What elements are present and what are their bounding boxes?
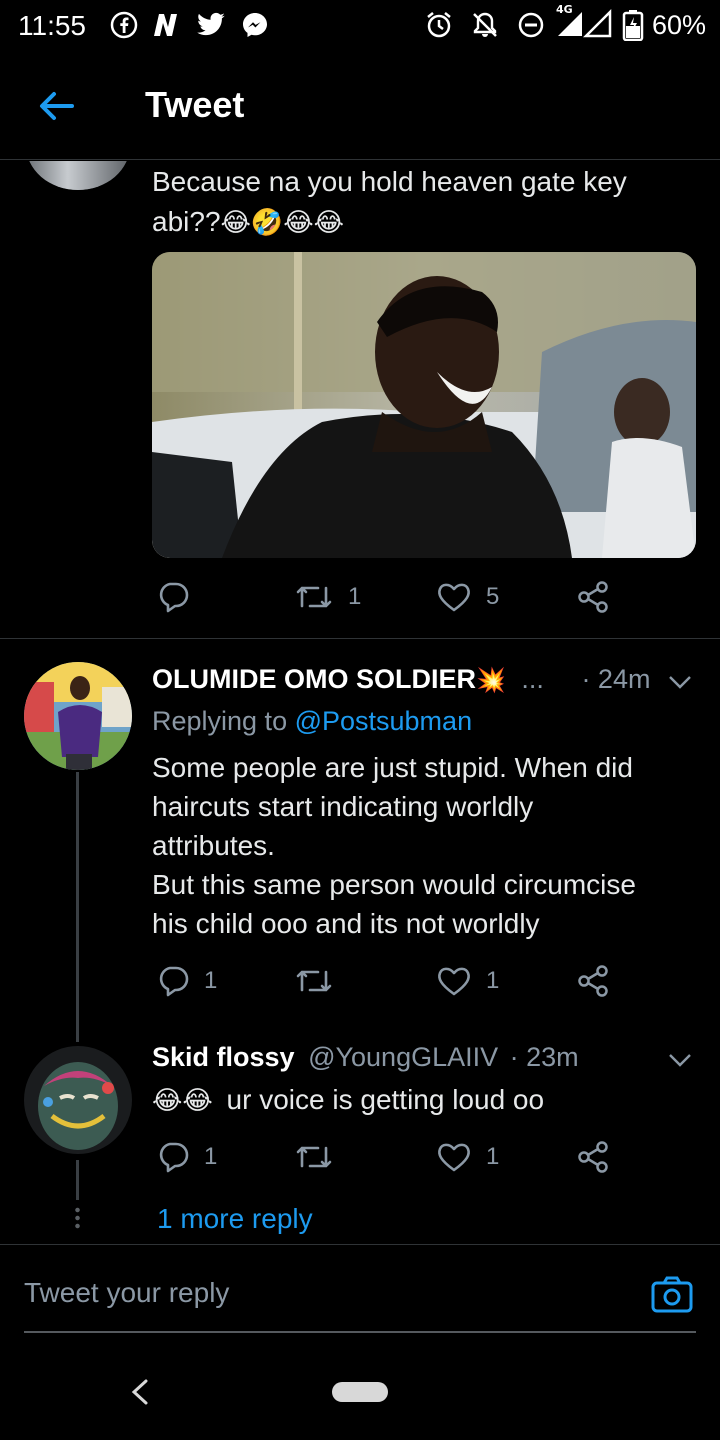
photo-image bbox=[152, 252, 696, 558]
heart-icon bbox=[438, 967, 470, 996]
share-button[interactable] bbox=[576, 964, 610, 998]
reply-icon bbox=[159, 582, 189, 613]
reply-button[interactable]: 1 bbox=[156, 1140, 217, 1174]
twitter-icon bbox=[196, 10, 226, 40]
retweet-icon bbox=[296, 970, 332, 992]
tweet-text-line: attributes. bbox=[152, 830, 275, 861]
tweet-image[interactable] bbox=[152, 252, 696, 558]
nav-home-pill[interactable] bbox=[332, 1382, 388, 1402]
chevron-down-icon[interactable] bbox=[666, 668, 694, 696]
status-time: 11:55 bbox=[18, 10, 86, 41]
reply-icon bbox=[159, 1142, 189, 1173]
share-icon bbox=[578, 965, 608, 997]
retweet-icon bbox=[296, 1146, 332, 1168]
emoji-text: 😂😂 bbox=[152, 1085, 213, 1115]
like-count: 5 bbox=[486, 583, 500, 610]
tweet-text-line: his child ooo and its not worldly bbox=[152, 908, 540, 939]
reply-button[interactable] bbox=[156, 580, 204, 614]
more-replies-link[interactable]: 1 more reply bbox=[157, 1203, 313, 1235]
replying-prefix: Replying to bbox=[152, 706, 295, 736]
share-icon bbox=[578, 581, 608, 613]
signal-icon: 4G bbox=[552, 3, 612, 38]
battery-icon bbox=[622, 10, 644, 41]
tweet-text: 😂😂 ur voice is getting loud oo bbox=[152, 1080, 544, 1120]
author-name[interactable]: OLUMIDE OMO SOLDIER bbox=[152, 664, 476, 694]
avatar[interactable] bbox=[24, 1046, 132, 1154]
tweet-author-row: OLUMIDE OMO SOLDIER💥 ... · 24m bbox=[152, 664, 650, 695]
reply-button[interactable]: 1 bbox=[156, 964, 217, 998]
tweet-text-line: abi?? bbox=[152, 206, 221, 237]
app-header: Tweet bbox=[0, 60, 720, 160]
name-emoji: 💥 bbox=[476, 667, 506, 694]
thread-dots bbox=[75, 1206, 80, 1230]
author-name[interactable]: Skid flossy bbox=[152, 1042, 295, 1072]
nav-back-icon[interactable] bbox=[126, 1375, 156, 1409]
back-button[interactable] bbox=[32, 82, 80, 130]
tweet-text: Some people are just stupid. When did ha… bbox=[152, 748, 636, 943]
name-ellipsis: ... bbox=[521, 664, 544, 694]
divider bbox=[0, 638, 720, 639]
tweet-time: · 23m bbox=[509, 1042, 579, 1072]
reply-icon bbox=[159, 966, 189, 997]
alarm-icon bbox=[424, 10, 454, 40]
mute-icon bbox=[470, 10, 500, 40]
network-type: 4G bbox=[556, 3, 573, 16]
like-count: 1 bbox=[486, 967, 500, 994]
avatar-image bbox=[24, 1046, 132, 1154]
camera-icon[interactable] bbox=[650, 1275, 694, 1315]
share-button[interactable] bbox=[576, 580, 610, 614]
emoji-text: 😂🤣😂😂 bbox=[220, 207, 345, 237]
like-count: 1 bbox=[486, 1143, 500, 1170]
retweet-count: 1 bbox=[348, 583, 362, 610]
do-not-disturb-icon bbox=[516, 10, 546, 40]
reply-input[interactable]: Tweet your reply bbox=[24, 1277, 229, 1309]
heart-icon bbox=[438, 1143, 470, 1172]
tweet-text: Because na you hold heaven gate key abi?… bbox=[152, 162, 627, 242]
avatar-image bbox=[24, 662, 132, 770]
replying-to: Replying to @Postsubman bbox=[152, 706, 472, 737]
author-handle[interactable]: @YoungGLAIIV bbox=[308, 1042, 498, 1072]
thread-line bbox=[76, 1160, 79, 1200]
arrow-left-icon bbox=[40, 92, 74, 120]
retweet-button[interactable] bbox=[294, 1140, 348, 1174]
reply-bar: Tweet your reply bbox=[0, 1244, 720, 1344]
messenger-icon bbox=[240, 10, 270, 40]
chevron-down-icon[interactable] bbox=[666, 1046, 694, 1074]
tweet-text-line: Some people are just stupid. When did bbox=[152, 752, 633, 783]
share-button[interactable] bbox=[576, 1140, 610, 1174]
share-icon bbox=[578, 1141, 608, 1173]
like-button[interactable]: 1 bbox=[436, 1140, 499, 1174]
facebook-icon bbox=[110, 10, 138, 40]
tweet-time: · 24m bbox=[581, 664, 651, 694]
tweet-author-row: Skid flossy @YoungGLAIIV · 23m bbox=[152, 1042, 579, 1073]
tweet-text-line: But this same person would circumcise bbox=[152, 869, 636, 900]
avatar[interactable] bbox=[24, 662, 132, 770]
tweet-text-line: ur voice is getting loud oo bbox=[226, 1084, 545, 1115]
status-bar: 11:55 4G 60% bbox=[0, 0, 720, 52]
page-title: Tweet bbox=[145, 84, 245, 125]
battery-percent: 60% bbox=[652, 10, 707, 40]
heart-icon bbox=[438, 583, 470, 612]
reply-underline bbox=[24, 1331, 696, 1333]
like-button[interactable]: 5 bbox=[436, 580, 499, 614]
tweet-text-line: haircuts start indicating worldly bbox=[152, 791, 534, 822]
reply-count: 1 bbox=[204, 1143, 218, 1170]
retweet-button[interactable]: 1 bbox=[294, 580, 361, 614]
retweet-icon bbox=[296, 586, 332, 608]
n-app-icon bbox=[150, 10, 182, 40]
replying-handle-link[interactable]: @Postsubman bbox=[295, 706, 473, 736]
reply-count: 1 bbox=[204, 967, 218, 994]
retweet-button[interactable] bbox=[294, 964, 348, 998]
thread-line bbox=[76, 772, 79, 1042]
like-button[interactable]: 1 bbox=[436, 964, 499, 998]
tweet-text-line: Because na you hold heaven gate key bbox=[152, 166, 627, 197]
